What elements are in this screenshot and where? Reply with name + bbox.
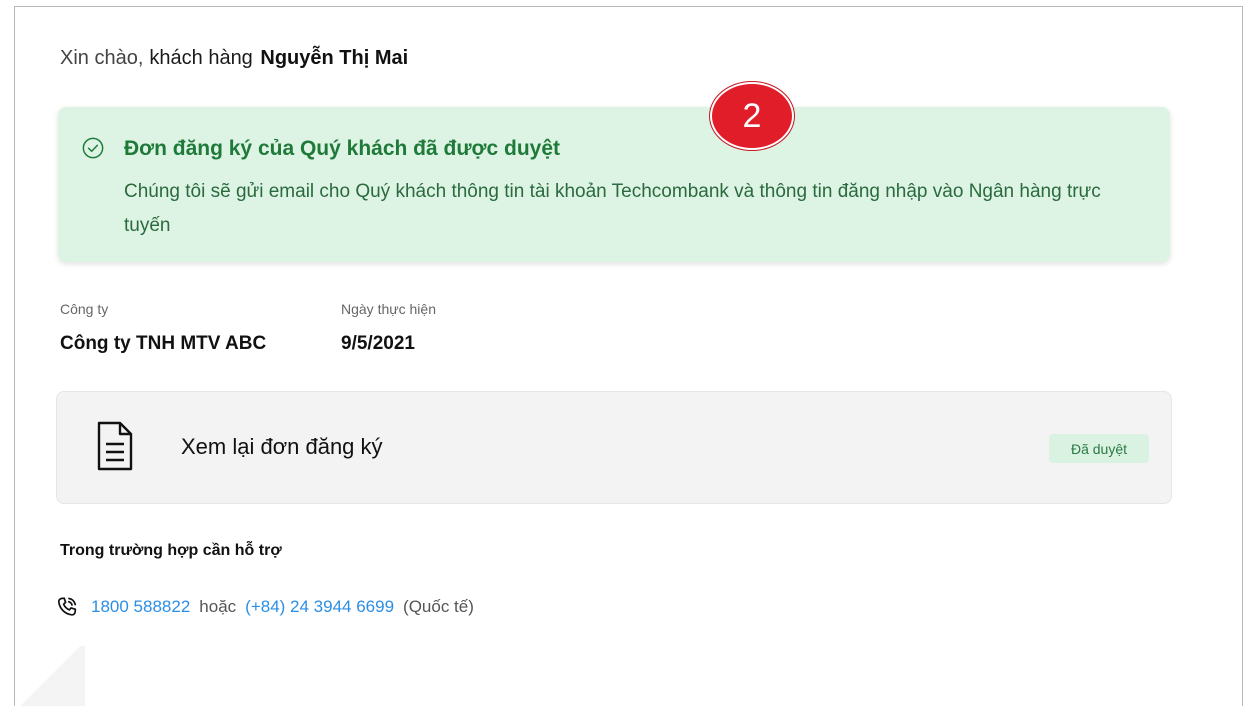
hotline-link[interactable]: 1800 588822 [91, 597, 190, 617]
support-contacts: 1800 588822 hoặc (+84) 24 3944 6699 (Quố… [55, 593, 474, 621]
step-number-badge: 2 [710, 82, 794, 150]
status-badge: Đã duyệt [1049, 434, 1149, 463]
page-frame: Xin chào, khách hàng Nguyễn Thị Mai Đơn đ… [14, 6, 1243, 706]
review-application-card[interactable]: Xem lại đơn đăng ký Đã duyệt [56, 391, 1172, 504]
check-circle-icon [82, 137, 104, 159]
approval-description: Chúng tôi sẽ gửi email cho Quý khách thô… [124, 181, 1101, 236]
document-icon [97, 421, 133, 471]
approval-title: Đơn đăng ký của Quý khách đã được duyệt [124, 137, 560, 160]
corner-decoration [15, 646, 85, 706]
international-phone-link[interactable]: (+84) 24 3944 6699 [245, 597, 394, 617]
support-title: Trong trường hợp cần hỗ trợ [60, 542, 282, 559]
customer-name: Nguyễn Thị Mai [260, 47, 409, 69]
greeting-customer-label: khách hàng [149, 47, 253, 69]
review-application-label: Xem lại đơn đăng ký [181, 434, 383, 459]
company-label: Công ty [60, 301, 109, 317]
date-label: Ngày thực hiện [341, 301, 436, 317]
approval-notice: Đơn đăng ký của Quý khách đã được duyệt … [58, 107, 1170, 262]
date-value: 9/5/2021 [341, 333, 415, 354]
greeting: Xin chào, khách hàng Nguyễn Thị Mai [60, 47, 408, 70]
greeting-hello: Xin chào, [60, 47, 144, 69]
international-note: (Quốc tế) [403, 597, 474, 616]
company-value: Công ty TNH MTV ABC [60, 333, 267, 354]
phone-icon [57, 597, 77, 616]
or-separator: hoặc [199, 597, 237, 616]
